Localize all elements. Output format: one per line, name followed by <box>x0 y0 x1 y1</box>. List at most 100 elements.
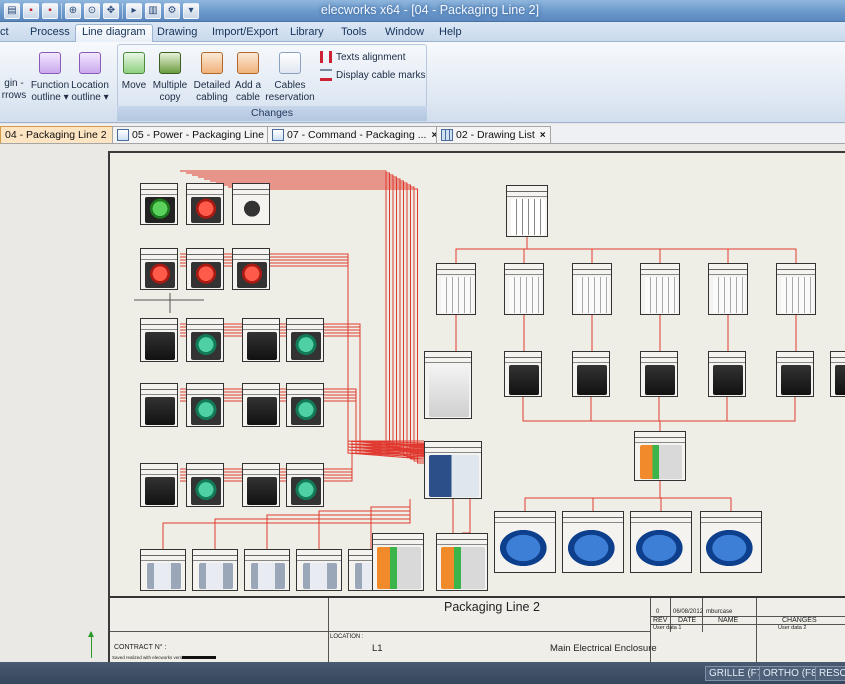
tab-line-diagram[interactable]: Line diagram <box>75 24 153 43</box>
tab-help[interactable]: Help <box>439 25 462 42</box>
plc-cpu-icon <box>429 455 479 497</box>
new-icon[interactable]: ▤ <box>4 3 20 19</box>
tb-divider <box>650 598 651 664</box>
pan-icon[interactable]: ✥ <box>103 3 119 19</box>
circuit-breaker[interactable] <box>640 263 680 315</box>
pushbutton[interactable] <box>186 248 224 290</box>
cables-reservation-label-1: Cables <box>274 80 306 91</box>
relay[interactable] <box>504 351 542 397</box>
tab-project[interactable]: ct <box>0 25 9 42</box>
contactor[interactable] <box>424 351 472 419</box>
proximity-sensor[interactable] <box>140 549 186 591</box>
changes-label: CHANGES <box>782 617 817 624</box>
relay[interactable] <box>140 463 178 507</box>
zoom-window-icon[interactable]: ⊙ <box>84 3 100 19</box>
proximity-sensor[interactable] <box>192 549 238 591</box>
power-supply[interactable] <box>372 533 424 591</box>
relay[interactable] <box>242 318 280 362</box>
drawing-workspace[interactable]: Packaging Line 2 CONTRACT N° : LOCATION … <box>0 144 845 664</box>
symbol-header <box>287 470 323 475</box>
pushbutton[interactable] <box>186 318 224 362</box>
symbol-header <box>245 556 289 561</box>
doc-tab-power-packaging-line[interactable]: 05 - Power - Packaging Line × <box>112 126 280 143</box>
wire <box>660 497 732 511</box>
origin-arrows-button[interactable]: gin - rrows <box>0 78 28 102</box>
relay[interactable] <box>242 383 280 427</box>
relay[interactable] <box>776 351 814 397</box>
display-cable-marks-button[interactable]: Display cable marks <box>320 69 425 81</box>
symbol-header <box>193 556 237 561</box>
tab-window[interactable]: Window <box>385 25 424 42</box>
relay[interactable] <box>640 351 678 397</box>
motor-icon <box>635 525 689 571</box>
pushbutton[interactable] <box>140 248 178 290</box>
tab-process[interactable]: Process <box>30 25 70 42</box>
pushbutton-icon <box>237 262 267 288</box>
multiple-copy-button[interactable]: Multiple copy <box>150 52 190 104</box>
motor[interactable] <box>630 511 692 573</box>
motor[interactable] <box>700 511 762 573</box>
tab-library[interactable]: Library <box>290 25 324 42</box>
relay[interactable] <box>572 351 610 397</box>
zoom-icon[interactable]: ⊕ <box>65 3 81 19</box>
tab-tools[interactable]: Tools <box>341 25 367 42</box>
motor-icon <box>567 525 621 571</box>
drawing-sheet[interactable]: Packaging Line 2 CONTRACT N° : LOCATION … <box>108 151 845 664</box>
move-button[interactable]: Move <box>119 52 149 92</box>
open-icon[interactable]: ▪ <box>42 3 58 19</box>
terminal-block[interactable] <box>634 431 686 481</box>
pushbutton[interactable] <box>232 248 270 290</box>
circuit-breaker[interactable] <box>572 263 612 315</box>
resolution-toggle[interactable]: RESOL <box>815 666 845 681</box>
pushbutton[interactable] <box>286 383 324 427</box>
close-icon[interactable]: × <box>540 130 546 141</box>
power-supply[interactable] <box>436 533 488 591</box>
pushbutton[interactable] <box>286 318 324 362</box>
pushbutton[interactable] <box>140 183 178 225</box>
relay[interactable] <box>242 463 280 507</box>
doc-tab-command-packaging[interactable]: 07 - Command - Packaging ... × <box>267 126 443 143</box>
proximity-sensor[interactable] <box>244 549 290 591</box>
relay[interactable] <box>708 351 746 397</box>
play-icon[interactable]: ▸ <box>126 3 142 19</box>
plc-cpu[interactable] <box>424 441 482 499</box>
circuit-breaker[interactable] <box>776 263 816 315</box>
texts-alignment-button[interactable]: Texts alignment <box>320 51 405 63</box>
symbol-header <box>141 470 177 475</box>
motor[interactable] <box>562 511 624 573</box>
pushbutton[interactable] <box>186 463 224 507</box>
circuit-breaker[interactable] <box>436 263 476 315</box>
add-cable-button[interactable]: Add a cable <box>234 52 262 104</box>
settings-icon[interactable]: ⚙ <box>164 3 180 19</box>
proximity-sensor[interactable] <box>296 549 342 591</box>
location-outline-button[interactable]: Location outline ▾ <box>70 52 110 104</box>
dropdown-icon[interactable]: ▾ <box>183 3 199 19</box>
tab-import-export[interactable]: Import/Export <box>212 25 278 42</box>
relay[interactable] <box>140 383 178 427</box>
ribbon: gin - rrows Function outline ▾ Location … <box>0 42 845 123</box>
cables-reservation-button[interactable]: Cables reservation <box>265 52 315 104</box>
symbol-header <box>631 518 691 523</box>
pushbutton-icon <box>191 197 221 223</box>
wire <box>660 497 662 511</box>
relay[interactable] <box>830 351 845 397</box>
relay-icon <box>835 365 845 395</box>
detailed-cabling-button[interactable]: Detailed cabling <box>193 52 231 104</box>
pushbutton[interactable] <box>232 183 270 225</box>
doc-tab-packaging-line-2[interactable]: 04 - Packaging Line 2 × <box>0 126 123 143</box>
circuit-breaker[interactable] <box>708 263 748 315</box>
main-breaker[interactable] <box>506 185 548 237</box>
relay[interactable] <box>140 318 178 362</box>
save-icon[interactable]: ▪ <box>23 3 39 19</box>
pushbutton[interactable] <box>186 183 224 225</box>
motor[interactable] <box>494 511 556 573</box>
library-icon[interactable]: ▥ <box>145 3 161 19</box>
pushbutton[interactable] <box>186 383 224 427</box>
function-outline-button[interactable]: Function outline ▾ <box>30 52 70 104</box>
pushbutton[interactable] <box>286 463 324 507</box>
symbol-header <box>141 556 185 561</box>
tab-drawing[interactable]: Drawing <box>157 25 197 42</box>
circuit-breaker[interactable] <box>504 263 544 315</box>
cables-reservation-icon <box>279 52 301 74</box>
doc-tab-drawing-list[interactable]: 02 - Drawing List × <box>436 126 551 143</box>
